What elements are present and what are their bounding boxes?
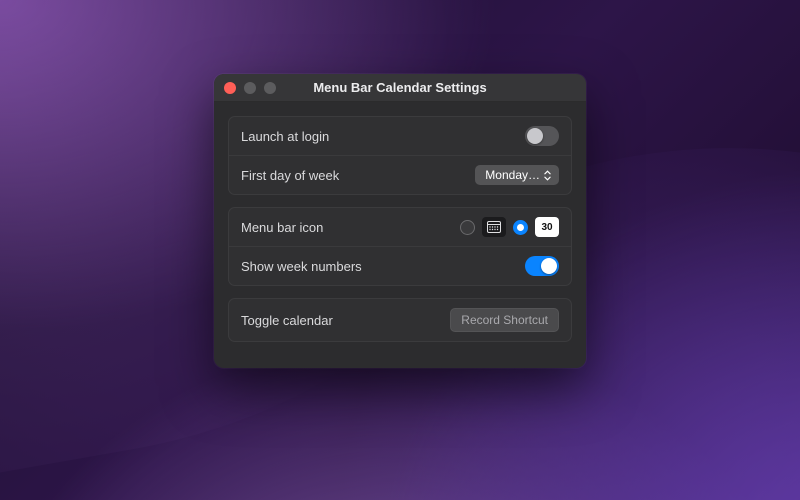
toggle-knob — [527, 128, 543, 144]
group-shortcut: Toggle calendar Record Shortcut — [228, 298, 572, 342]
calendar-date-icon: 30 — [535, 217, 559, 237]
settings-window: Menu Bar Calendar Settings Launch at log… — [214, 74, 586, 368]
first-day-of-week-value: Monday… — [485, 168, 540, 182]
row-menu-bar-icon: Menu bar icon 30 — [229, 208, 571, 246]
chevron-updown-icon — [544, 170, 551, 181]
row-show-week-numbers: Show week numbers — [229, 246, 571, 285]
toggle-calendar-label: Toggle calendar — [241, 313, 438, 328]
settings-body: Launch at login First day of week Monday… — [214, 102, 586, 368]
titlebar: Menu Bar Calendar Settings — [214, 74, 586, 102]
menu-bar-icon-options: 30 — [460, 217, 559, 237]
first-day-of-week-popup[interactable]: Monday… — [475, 165, 559, 185]
calendar-grid-icon — [482, 217, 506, 237]
row-toggle-calendar: Toggle calendar Record Shortcut — [229, 299, 571, 341]
menu-bar-icon-radio-date[interactable] — [513, 220, 528, 235]
record-shortcut-button[interactable]: Record Shortcut — [450, 308, 559, 332]
zoom-button[interactable] — [264, 82, 276, 94]
traffic-lights — [224, 82, 276, 94]
first-day-of-week-label: First day of week — [241, 168, 463, 183]
group-general: Launch at login First day of week Monday… — [228, 116, 572, 195]
menu-bar-icon-label: Menu bar icon — [241, 220, 448, 235]
menu-bar-icon-radio-grid[interactable] — [460, 220, 475, 235]
launch-at-login-label: Launch at login — [241, 129, 513, 144]
row-first-day-of-week: First day of week Monday… — [229, 155, 571, 194]
minimize-button[interactable] — [244, 82, 256, 94]
launch-at-login-toggle[interactable] — [525, 126, 559, 146]
close-button[interactable] — [224, 82, 236, 94]
show-week-numbers-toggle[interactable] — [525, 256, 559, 276]
calendar-date-number: 30 — [541, 222, 552, 233]
group-appearance: Menu bar icon 30 — [228, 207, 572, 286]
row-launch-at-login: Launch at login — [229, 117, 571, 155]
show-week-numbers-label: Show week numbers — [241, 259, 513, 274]
toggle-knob — [541, 258, 557, 274]
